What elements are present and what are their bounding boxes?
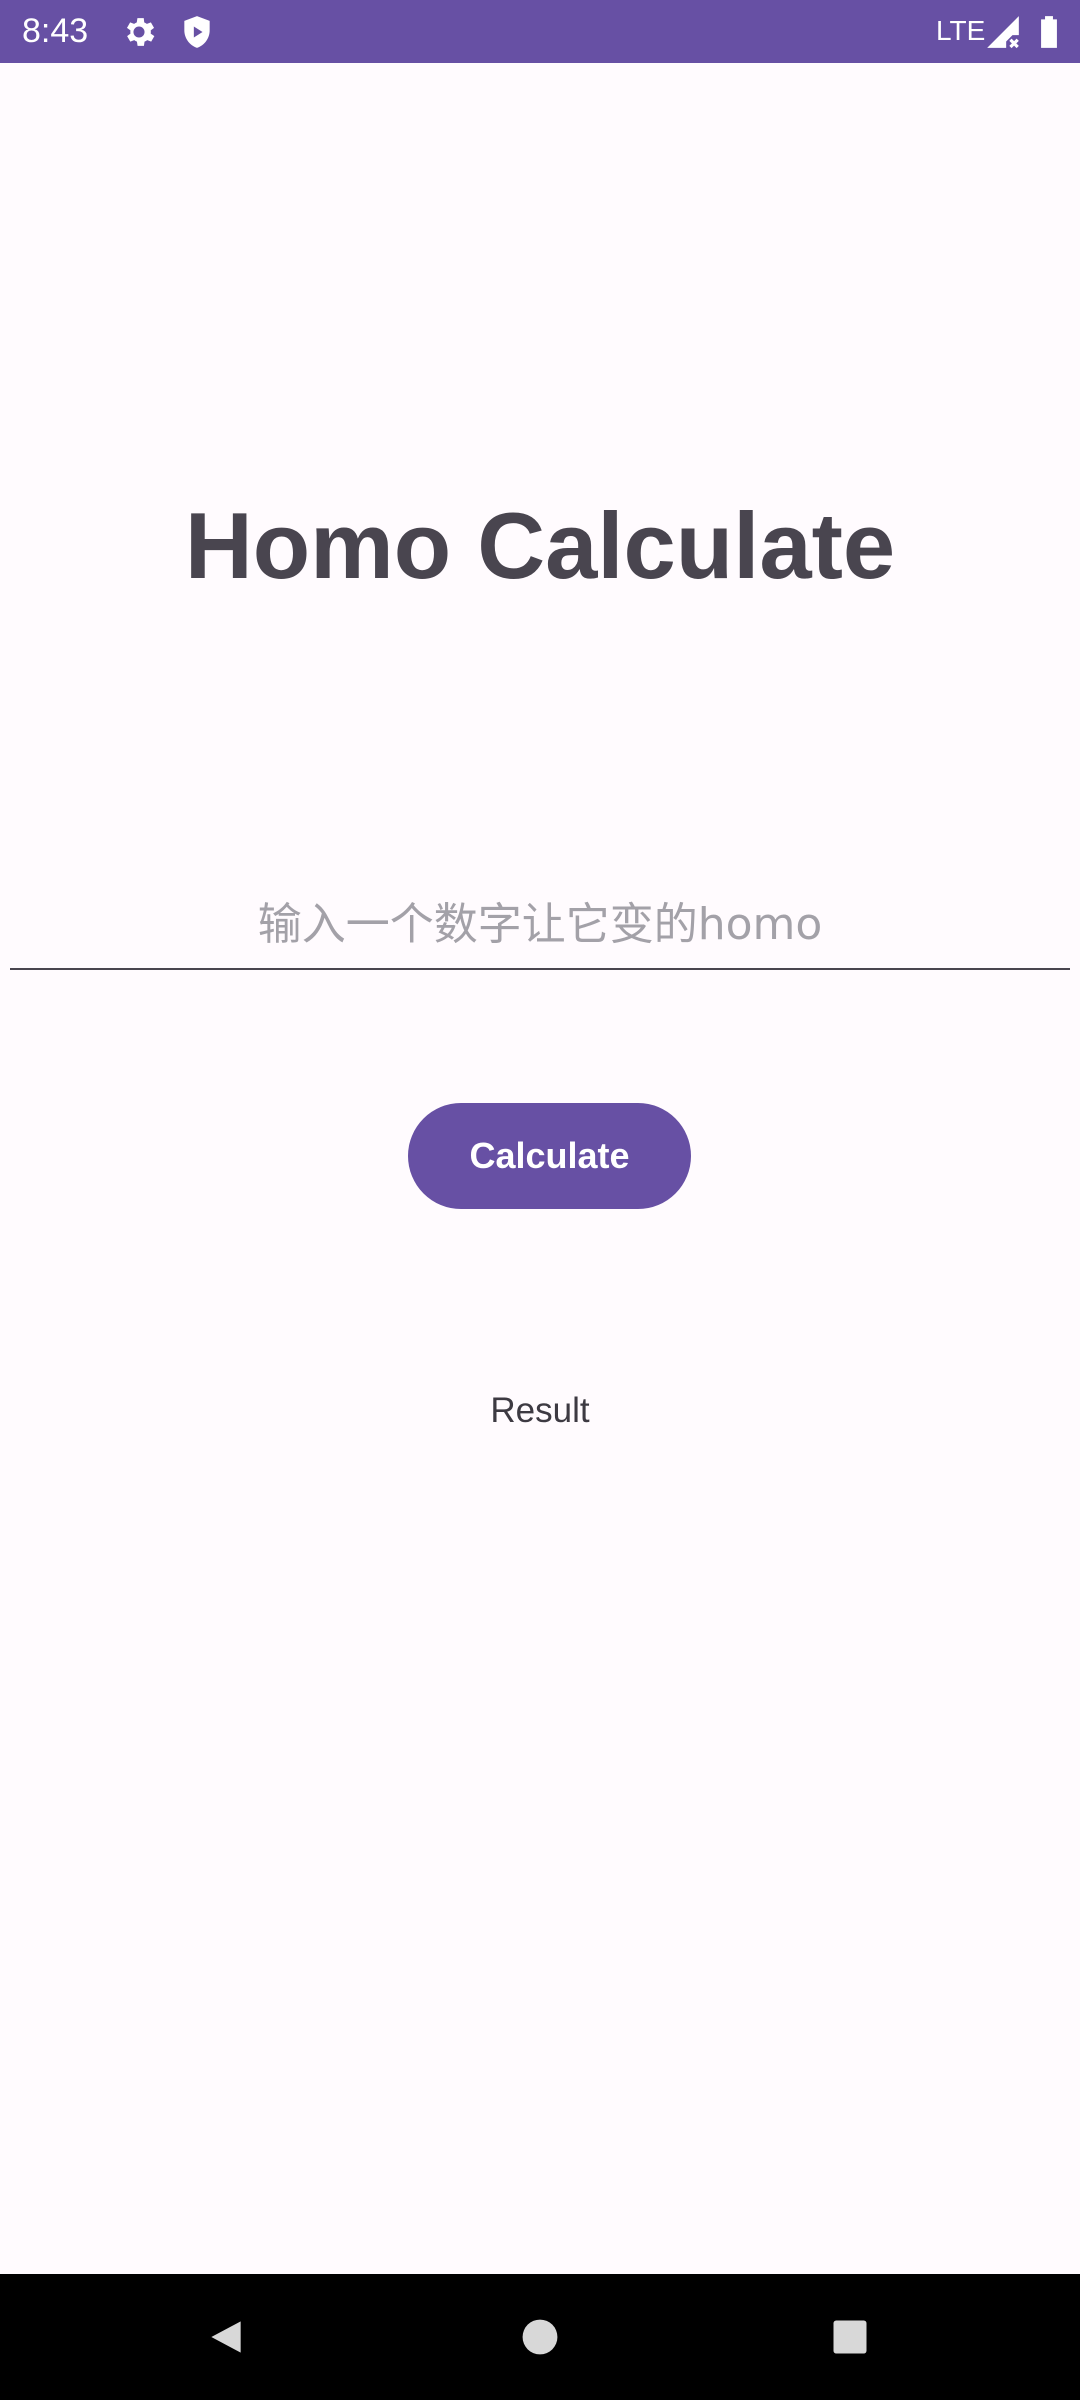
navigation-bar bbox=[0, 2274, 1080, 2400]
app-title: Homo Calculate bbox=[184, 493, 896, 598]
battery-icon bbox=[1030, 13, 1068, 51]
back-icon[interactable] bbox=[204, 2315, 248, 2359]
recents-icon[interactable] bbox=[828, 2315, 872, 2359]
home-icon[interactable] bbox=[518, 2315, 562, 2359]
number-input[interactable] bbox=[10, 880, 1070, 968]
gear-icon bbox=[120, 13, 158, 51]
shield-play-icon bbox=[178, 13, 216, 51]
status-bar: 8:43 LTE bbox=[0, 0, 1080, 63]
signal-icon bbox=[984, 13, 1022, 51]
status-time: 8:43 bbox=[22, 12, 89, 50]
calculate-button[interactable]: Calculate bbox=[408, 1103, 691, 1209]
network-type: LTE bbox=[936, 15, 986, 46]
number-input-field[interactable] bbox=[10, 880, 1070, 970]
result-text: Result bbox=[490, 1391, 590, 1430]
